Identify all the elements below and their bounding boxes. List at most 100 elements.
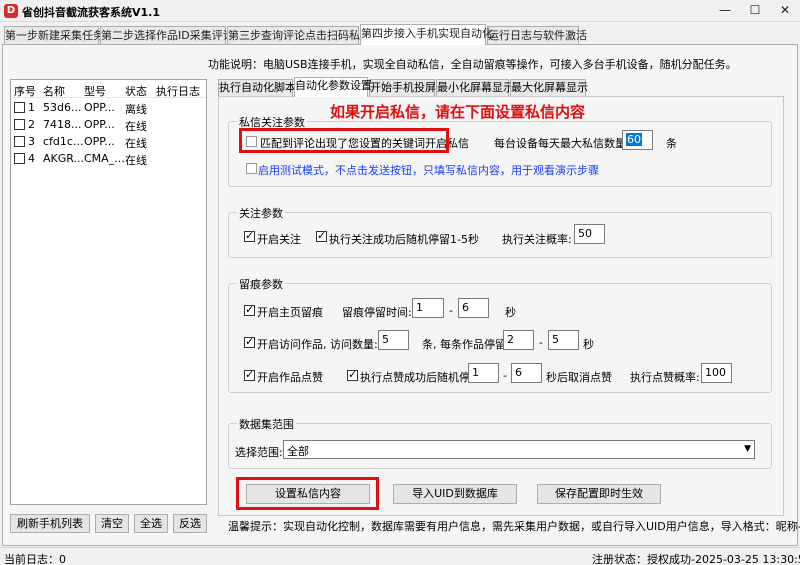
like-stay-label: 执行点赞成功后随机停留 bbox=[360, 371, 481, 384]
row-model: OPP... bbox=[84, 135, 115, 148]
range-select[interactable]: 全部 ▼ bbox=[283, 440, 755, 459]
group-title: 关注参数 bbox=[237, 205, 285, 221]
select-all-button[interactable]: 全选 bbox=[134, 514, 168, 533]
save-config-button[interactable]: 保存配置即时生效 bbox=[537, 484, 661, 504]
stay-time-label: 留痕停留时间: bbox=[342, 306, 412, 319]
test-mode-label: 启用测试模式，不点击发送按钮，只填写私信内容，用于观看演示步骤 bbox=[258, 164, 599, 177]
unit-label: 条 bbox=[666, 137, 677, 150]
private-message-hint: 如果开启私信，请在下面设置私信内容 bbox=[330, 103, 586, 121]
row-status: 在线 bbox=[125, 137, 147, 150]
tab-step2[interactable]: 第二步选择作品ID采集评论 bbox=[100, 26, 234, 44]
max-per-day-input[interactable]: 60 bbox=[622, 130, 653, 150]
like-works-label: 开启作品点赞 bbox=[257, 371, 323, 384]
registration-status: 注册状态：授权成功-2025-03-25 13:30:53.000 bbox=[592, 553, 800, 565]
tab-step4[interactable]: 第四步接入手机实现自动化 bbox=[360, 24, 493, 45]
sec-label: 秒 bbox=[505, 306, 516, 319]
stay-after-follow-checkbox[interactable] bbox=[316, 229, 327, 242]
tab-phone-mirror[interactable]: 开始手机投屏 bbox=[369, 79, 436, 96]
tab-run-script[interactable]: 执行自动化脚本 bbox=[218, 79, 296, 96]
max-per-day-label: 每台设备每天最大私信数量: bbox=[494, 137, 630, 150]
like-stay-min-input[interactable]: 1 bbox=[468, 363, 499, 383]
dash: - bbox=[539, 336, 543, 349]
row-model: CMA_... bbox=[84, 152, 125, 165]
enable-follow-checkbox[interactable] bbox=[244, 229, 255, 242]
stay-min-input[interactable]: 1 bbox=[412, 298, 444, 318]
follow-prob-label: 执行关注概率: bbox=[502, 233, 572, 246]
row-status: 在线 bbox=[125, 120, 147, 133]
row-checkbox[interactable] bbox=[14, 119, 25, 130]
maximize-icon[interactable]: ☐ bbox=[740, 0, 770, 21]
row-status: 离线 bbox=[125, 103, 147, 116]
work-stay-max-input[interactable]: 5 bbox=[548, 330, 579, 350]
title-bar: D 省创抖音截流获客系统V1.1 — ☐ ✕ bbox=[0, 0, 800, 22]
row-model: OPP... bbox=[84, 118, 115, 131]
like-prob-input[interactable]: 100 bbox=[701, 363, 732, 383]
tab-log-activation[interactable]: 运行日志与软件激活 bbox=[487, 26, 587, 44]
group-title: 留痕参数 bbox=[237, 276, 285, 292]
col-log[interactable]: 执行日志 bbox=[156, 83, 200, 99]
cancel-like-label: 秒后取消点赞 bbox=[546, 371, 612, 384]
app-logo-icon: D bbox=[4, 4, 18, 18]
visit-works-checkbox[interactable] bbox=[244, 335, 255, 348]
test-mode-checkbox[interactable] bbox=[246, 163, 257, 174]
row-index: 4 bbox=[28, 152, 35, 165]
col-name[interactable]: 名称 bbox=[43, 83, 65, 99]
tab-minimize-screen[interactable]: 最小化屏幕显示 bbox=[436, 79, 514, 96]
tab-auto-params[interactable]: 自动化参数设置 bbox=[294, 77, 372, 97]
like-works-checkbox[interactable] bbox=[244, 368, 255, 381]
minimize-icon[interactable]: — bbox=[710, 0, 740, 21]
range-label: 选择范围: bbox=[235, 446, 283, 459]
tip-text: 温馨提示：实现自动化控制，数据库需要有用户信息，需先采集用户数据，或自行导入UI… bbox=[228, 520, 800, 533]
device-list[interactable]: 序号 名称 型号 状态 执行日志 1 53d6... OPP... 离线 2 7… bbox=[10, 79, 207, 505]
like-stay-max-input[interactable]: 6 bbox=[511, 363, 542, 383]
table-row[interactable]: 1 53d6... OPP... 离线 bbox=[11, 99, 206, 116]
col-model[interactable]: 型号 bbox=[84, 83, 106, 99]
function-description: 功能说明：电脑USB连接手机，实现全自动私信，全自动留痕等操作，可接入多台手机设… bbox=[208, 58, 737, 71]
import-uid-button[interactable]: 导入UID到数据库 bbox=[393, 484, 517, 504]
close-icon[interactable]: ✕ bbox=[770, 0, 800, 21]
col-index[interactable]: 序号 bbox=[14, 83, 36, 99]
row-index: 2 bbox=[28, 118, 35, 131]
row-checkbox[interactable] bbox=[14, 153, 25, 164]
sec-label: 秒 bbox=[583, 338, 594, 351]
follow-group: 关注参数 bbox=[228, 205, 772, 258]
group-title: 数据集范围 bbox=[237, 416, 296, 432]
table-row[interactable]: 2 7418... OPP... 在线 bbox=[11, 116, 206, 133]
visit-count-input[interactable]: 5 bbox=[378, 330, 409, 350]
table-row[interactable]: 4 AKGR... CMA_... 在线 bbox=[11, 150, 206, 167]
like-prob-label: 执行点赞概率: bbox=[630, 371, 700, 384]
current-log-status: 当前日志：0 bbox=[4, 553, 66, 565]
col-status[interactable]: 状态 bbox=[125, 83, 147, 99]
clear-button[interactable]: 清空 bbox=[95, 514, 129, 533]
dash: - bbox=[503, 369, 507, 382]
range-value: 全部 bbox=[287, 445, 309, 458]
per-work-stay-label: 条, 每条作品停留 bbox=[422, 338, 506, 351]
max-per-day-value: 60 bbox=[626, 133, 642, 146]
home-trace-checkbox[interactable] bbox=[244, 303, 255, 316]
tab-maximize-screen[interactable]: 最大化屏幕显示 bbox=[510, 79, 588, 96]
row-name: AKGR... bbox=[43, 152, 85, 165]
row-index: 3 bbox=[28, 135, 35, 148]
work-stay-min-input[interactable]: 2 bbox=[503, 330, 534, 350]
like-stay-checkbox[interactable] bbox=[347, 368, 358, 381]
stay-after-follow-label: 执行关注成功后随机停留1-5秒 bbox=[329, 233, 479, 246]
invert-selection-button[interactable]: 反选 bbox=[173, 514, 207, 533]
table-row[interactable]: 3 cfd1c... OPP... 在线 bbox=[11, 133, 206, 150]
tab-step3[interactable]: 第三步查询评论点击扫码私信 bbox=[227, 26, 371, 44]
highlight-box bbox=[239, 128, 449, 153]
refresh-phone-list-button[interactable]: 刷新手机列表 bbox=[10, 514, 90, 533]
row-model: OPP... bbox=[84, 101, 115, 114]
status-bar: 当前日志：0 注册状态：授权成功-2025-03-25 13:30:53.000 bbox=[0, 547, 800, 565]
highlight-box bbox=[236, 477, 379, 510]
row-name: 7418... bbox=[43, 118, 82, 131]
stay-max-input[interactable]: 6 bbox=[458, 298, 489, 318]
tab-step1[interactable]: 第一步新建采集任务 bbox=[4, 26, 104, 44]
window-title: 省创抖音截流获客系统V1.1 bbox=[22, 6, 160, 19]
row-index: 1 bbox=[28, 101, 35, 114]
follow-prob-input[interactable]: 50 bbox=[574, 224, 605, 244]
row-name: 53d6... bbox=[43, 101, 82, 114]
row-name: cfd1c... bbox=[43, 135, 84, 148]
enable-follow-label: 开启关注 bbox=[257, 233, 301, 246]
row-checkbox[interactable] bbox=[14, 102, 25, 113]
row-checkbox[interactable] bbox=[14, 136, 25, 147]
